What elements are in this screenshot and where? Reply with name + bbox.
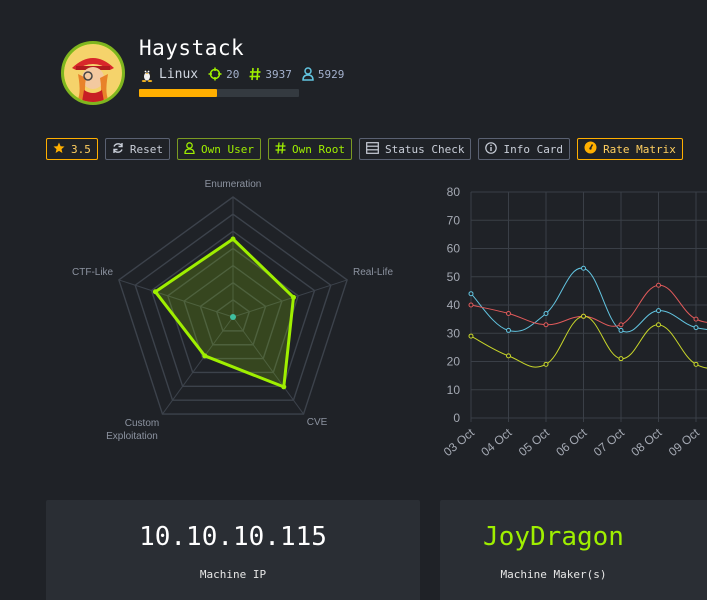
machine-ip-value: 10.10.10.115 <box>139 522 327 552</box>
machine-maker-card: JoyDragon Machine Maker(s) <box>440 500 707 600</box>
series-point <box>468 291 474 297</box>
series-point <box>618 322 624 328</box>
y-tick-label: 0 <box>453 411 460 425</box>
own-user-label: Own User <box>201 142 254 156</box>
series-point <box>656 308 661 314</box>
user-owns-count: 3937 <box>265 67 292 81</box>
user-icon <box>184 141 195 157</box>
rate-matrix-button[interactable]: Rate Matrix <box>577 138 683 160</box>
radar-axis-label: CVE <box>307 417 328 428</box>
series-line <box>470 267 707 333</box>
info-icon <box>485 141 498 157</box>
rate-matrix-radar-chart: Enumeration Real-Life CVE Custom Exploitatio… <box>72 179 393 442</box>
machine-page: Haystack Linux 20 3937 5929 3.5 Reset Ow… <box>0 0 707 600</box>
series-point <box>468 333 474 339</box>
rating-value: 3.5 <box>71 142 91 156</box>
x-tick-label: 06 Oct <box>553 425 590 459</box>
x-tick-label: 05 Oct <box>516 425 553 459</box>
rating-button[interactable]: 3.5 <box>46 138 98 160</box>
y-tick-label: 70 <box>447 213 461 227</box>
linux-icon <box>139 66 155 82</box>
refresh-icon <box>112 142 124 157</box>
y-tick-label: 80 <box>447 185 461 199</box>
crosshair-icon <box>208 67 222 81</box>
rate-matrix-label: Rate Matrix <box>603 142 676 156</box>
series-point <box>656 322 661 328</box>
difficulty-progress-fill <box>139 89 218 97</box>
own-root-button[interactable]: Own Root <box>267 138 352 160</box>
radar-axis-label: Enumeration <box>205 179 262 190</box>
machine-meta: Linux 20 3937 5929 <box>139 66 350 82</box>
machine-points: 20 <box>226 67 240 81</box>
series-point <box>693 316 699 322</box>
series-point <box>506 353 511 359</box>
series-point <box>693 325 699 331</box>
hash-icon <box>275 141 286 157</box>
x-tick-label: 09 Oct <box>666 425 703 459</box>
series-point <box>693 361 699 367</box>
series-point <box>506 327 511 333</box>
y-tick-label: 50 <box>447 270 461 284</box>
machine-os: Linux <box>159 66 199 82</box>
star-icon <box>53 142 65 157</box>
series-point <box>656 282 661 288</box>
difficulty-progress-bar <box>139 89 299 97</box>
own-user-button[interactable]: Own User <box>177 138 261 160</box>
reset-label: Reset <box>129 142 163 156</box>
hash-icon <box>249 67 261 81</box>
x-tick-label: 03 Oct <box>441 425 478 459</box>
series-point <box>543 322 549 328</box>
status-check-button[interactable]: Status Check <box>358 138 472 160</box>
server-icon <box>366 141 379 157</box>
radar-point <box>290 294 296 300</box>
machine-title: Haystack <box>139 36 245 60</box>
x-tick-label: 07 Oct <box>591 425 628 459</box>
own-root-label: Own Root <box>291 142 345 156</box>
machine-ip-label: Machine IP <box>199 568 267 581</box>
machine-maker-label: Machine Maker(s) <box>500 568 607 581</box>
radar-axis-label: Custom Exploitation <box>106 418 159 442</box>
status-check-label: Status Check <box>384 142 465 156</box>
y-tick-label: 20 <box>447 355 461 369</box>
y-tick-label: 60 <box>447 242 461 256</box>
series-point <box>468 302 474 308</box>
activity-line-chart: 0 10 20 30 40 50 60 70 80 03 Oct 04 Oct 05 Oct 06 Oc… <box>441 185 707 459</box>
radar-axis-label: Real-Life <box>353 267 393 278</box>
radar-point <box>281 384 287 390</box>
action-buttons: 3.5 Reset Own User Own Root Status Check <box>46 138 683 160</box>
radar-point <box>202 353 208 359</box>
reset-button[interactable]: Reset <box>104 138 170 160</box>
y-tick-label: 30 <box>447 326 461 340</box>
machine-maker-value[interactable]: JoyDragon <box>440 522 667 552</box>
y-tick-label: 10 <box>447 383 461 397</box>
series-point <box>581 313 586 319</box>
gauge-icon <box>584 141 597 157</box>
root-owns-count: 5929 <box>317 67 345 81</box>
series-line <box>470 284 707 327</box>
radar-point <box>152 289 158 295</box>
machine-avatar <box>61 41 125 105</box>
user-icon <box>302 67 314 81</box>
series-line <box>470 315 707 369</box>
info-card-label: Info Card <box>503 142 564 156</box>
series-point <box>581 265 586 271</box>
radar-axis-label: CTF-Like <box>72 267 114 278</box>
radar-center <box>230 314 236 320</box>
machine-ip-card: 10.10.10.115 Machine IP <box>46 500 420 600</box>
series-point <box>543 361 549 367</box>
info-card-button[interactable]: Info Card <box>478 138 571 160</box>
series-point <box>618 356 624 362</box>
radar-point <box>230 236 236 242</box>
series-point <box>506 310 511 316</box>
x-tick-label: 04 Oct <box>478 425 515 459</box>
x-tick-label: 08 Oct <box>628 425 665 459</box>
y-tick-label: 40 <box>447 298 461 312</box>
series-point <box>618 327 624 333</box>
series-point <box>543 310 549 316</box>
